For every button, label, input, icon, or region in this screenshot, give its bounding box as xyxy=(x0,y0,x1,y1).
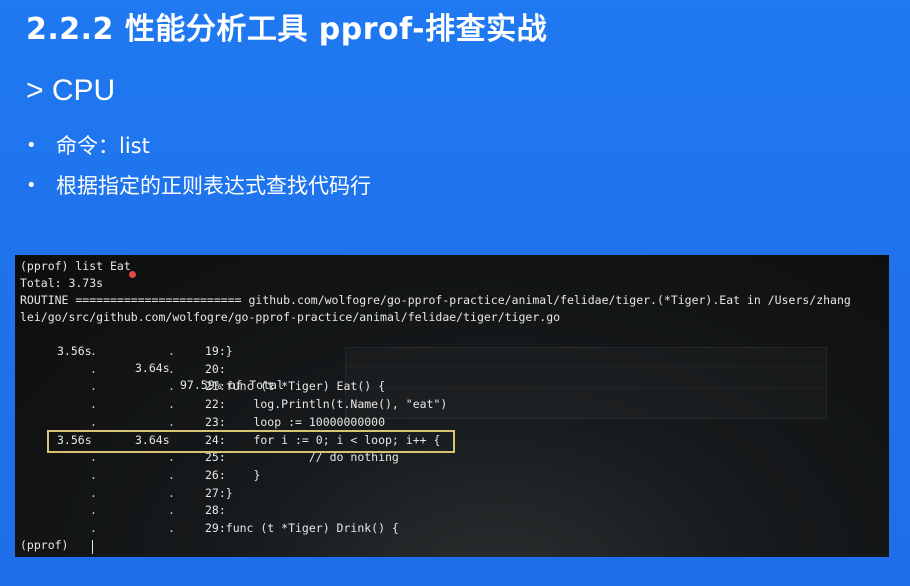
code-row: .. 29:func (t *Tiger) Drink() { xyxy=(15,520,889,537)
terminal-prompt[interactable]: (pprof) xyxy=(20,537,68,554)
row-cum: . xyxy=(168,485,175,500)
row-cum: . xyxy=(168,414,175,429)
row-code: 26: } xyxy=(205,467,261,482)
row-flat: . xyxy=(90,361,97,376)
terminal-line-path: lei/go/src/github.com/wolfogre/go-pprof-… xyxy=(20,310,561,324)
code-row: .. 20: xyxy=(15,361,889,378)
row-flat: . xyxy=(90,379,97,394)
cursor-marker-icon xyxy=(129,271,136,278)
row-flat: . xyxy=(90,344,97,358)
row-flat: . xyxy=(90,521,97,535)
code-row: .. 27:} xyxy=(15,485,889,502)
row-cum: . xyxy=(168,467,175,482)
terminal-line-command: (pprof) list Eat xyxy=(20,259,131,273)
row-cum: . xyxy=(168,521,175,535)
row-cum: . xyxy=(168,361,175,376)
terminal-summary-row: 3.56s 3.64s 97.59% of Total xyxy=(15,326,889,392)
text-cursor xyxy=(92,540,93,554)
row-code: 28: xyxy=(205,503,226,518)
row-code: 23: loop := 10000000000 xyxy=(205,414,386,429)
terminal-line-total: Total: 3.73s xyxy=(20,276,104,290)
row-flat: . xyxy=(90,485,97,500)
highlight-box xyxy=(47,430,455,453)
code-row: .. 21:func (t *Tiger) Eat() { xyxy=(15,378,889,395)
row-code: 27:} xyxy=(205,485,233,500)
code-row: .. 26: } xyxy=(15,467,889,484)
bullet-dot-icon: • xyxy=(26,135,37,156)
row-code: 22: log.Println(t.Name(), "eat") xyxy=(205,397,448,412)
bullet-text: 根据指定的正则表达式查找代码行 xyxy=(56,174,371,198)
row-cum: . xyxy=(168,379,175,394)
row-code: 29:func (t *Tiger) Drink() { xyxy=(205,521,399,535)
code-row: .. 23: loop := 10000000000 xyxy=(15,414,889,431)
row-code: 19:} xyxy=(205,344,233,358)
row-code: 21:func (t *Tiger) Eat() { xyxy=(205,379,386,394)
terminal-line-routine: ROUTINE ======================== github.… xyxy=(20,293,851,307)
bullet-dot-icon: • xyxy=(26,175,37,196)
bullet-text: 命令：list xyxy=(56,134,150,158)
slide-subtitle: > CPU xyxy=(26,74,116,107)
row-flat: . xyxy=(90,467,97,482)
row-cum: . xyxy=(168,397,175,412)
row-flat: . xyxy=(90,414,97,429)
code-row: .. 22: log.Println(t.Name(), "eat") xyxy=(15,396,889,413)
code-row: .. 28: xyxy=(15,502,889,519)
row-code: 20: xyxy=(205,361,226,376)
slide-title: 2.2.2 性能分析工具 pprof-排查实战 xyxy=(26,12,548,47)
row-cum: . xyxy=(168,503,175,518)
row-flat: . xyxy=(90,397,97,412)
row-flat: . xyxy=(90,503,97,518)
terminal-window[interactable]: (pprof) list Eat Total: 3.73s ROUTINE ==… xyxy=(15,255,889,557)
row-cum: . xyxy=(168,344,175,358)
code-row: .. 19:} xyxy=(15,343,889,360)
